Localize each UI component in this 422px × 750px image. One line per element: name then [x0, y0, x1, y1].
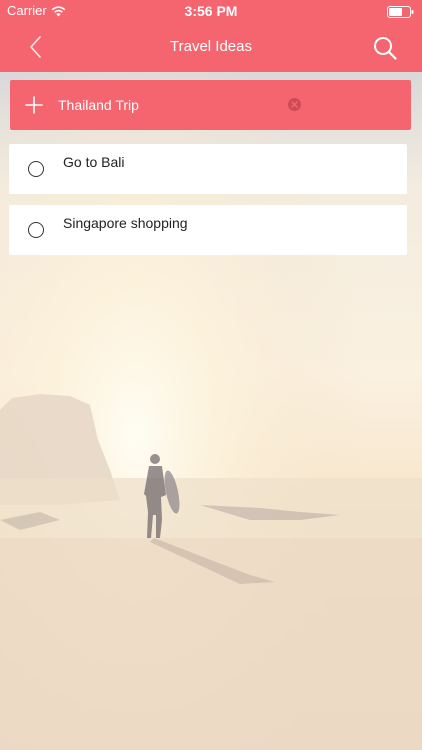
status-time: 3:56 PM [184, 3, 238, 19]
clear-input-button[interactable] [287, 97, 302, 112]
battery-icon [387, 5, 414, 23]
plus-icon[interactable] [25, 96, 43, 114]
search-icon [372, 37, 398, 65]
search-button[interactable] [372, 35, 398, 61]
page-title: Travel Ideas [170, 38, 252, 55]
complete-radio[interactable] [28, 222, 44, 238]
complete-radio[interactable] [28, 161, 44, 177]
new-item-input[interactable] [58, 94, 278, 116]
list-item-label: Singapore shopping [63, 215, 188, 231]
list-item[interactable]: Go to Bali [9, 144, 407, 194]
status-bar: Carrier 3:56 PM [0, 0, 422, 22]
list-item-label: Go to Bali [63, 154, 125, 170]
clear-circle-icon [287, 98, 302, 116]
list-item[interactable]: Singapore shopping [9, 205, 407, 255]
navigation-bar: Travel Ideas [0, 22, 422, 72]
add-item-row [10, 80, 411, 130]
